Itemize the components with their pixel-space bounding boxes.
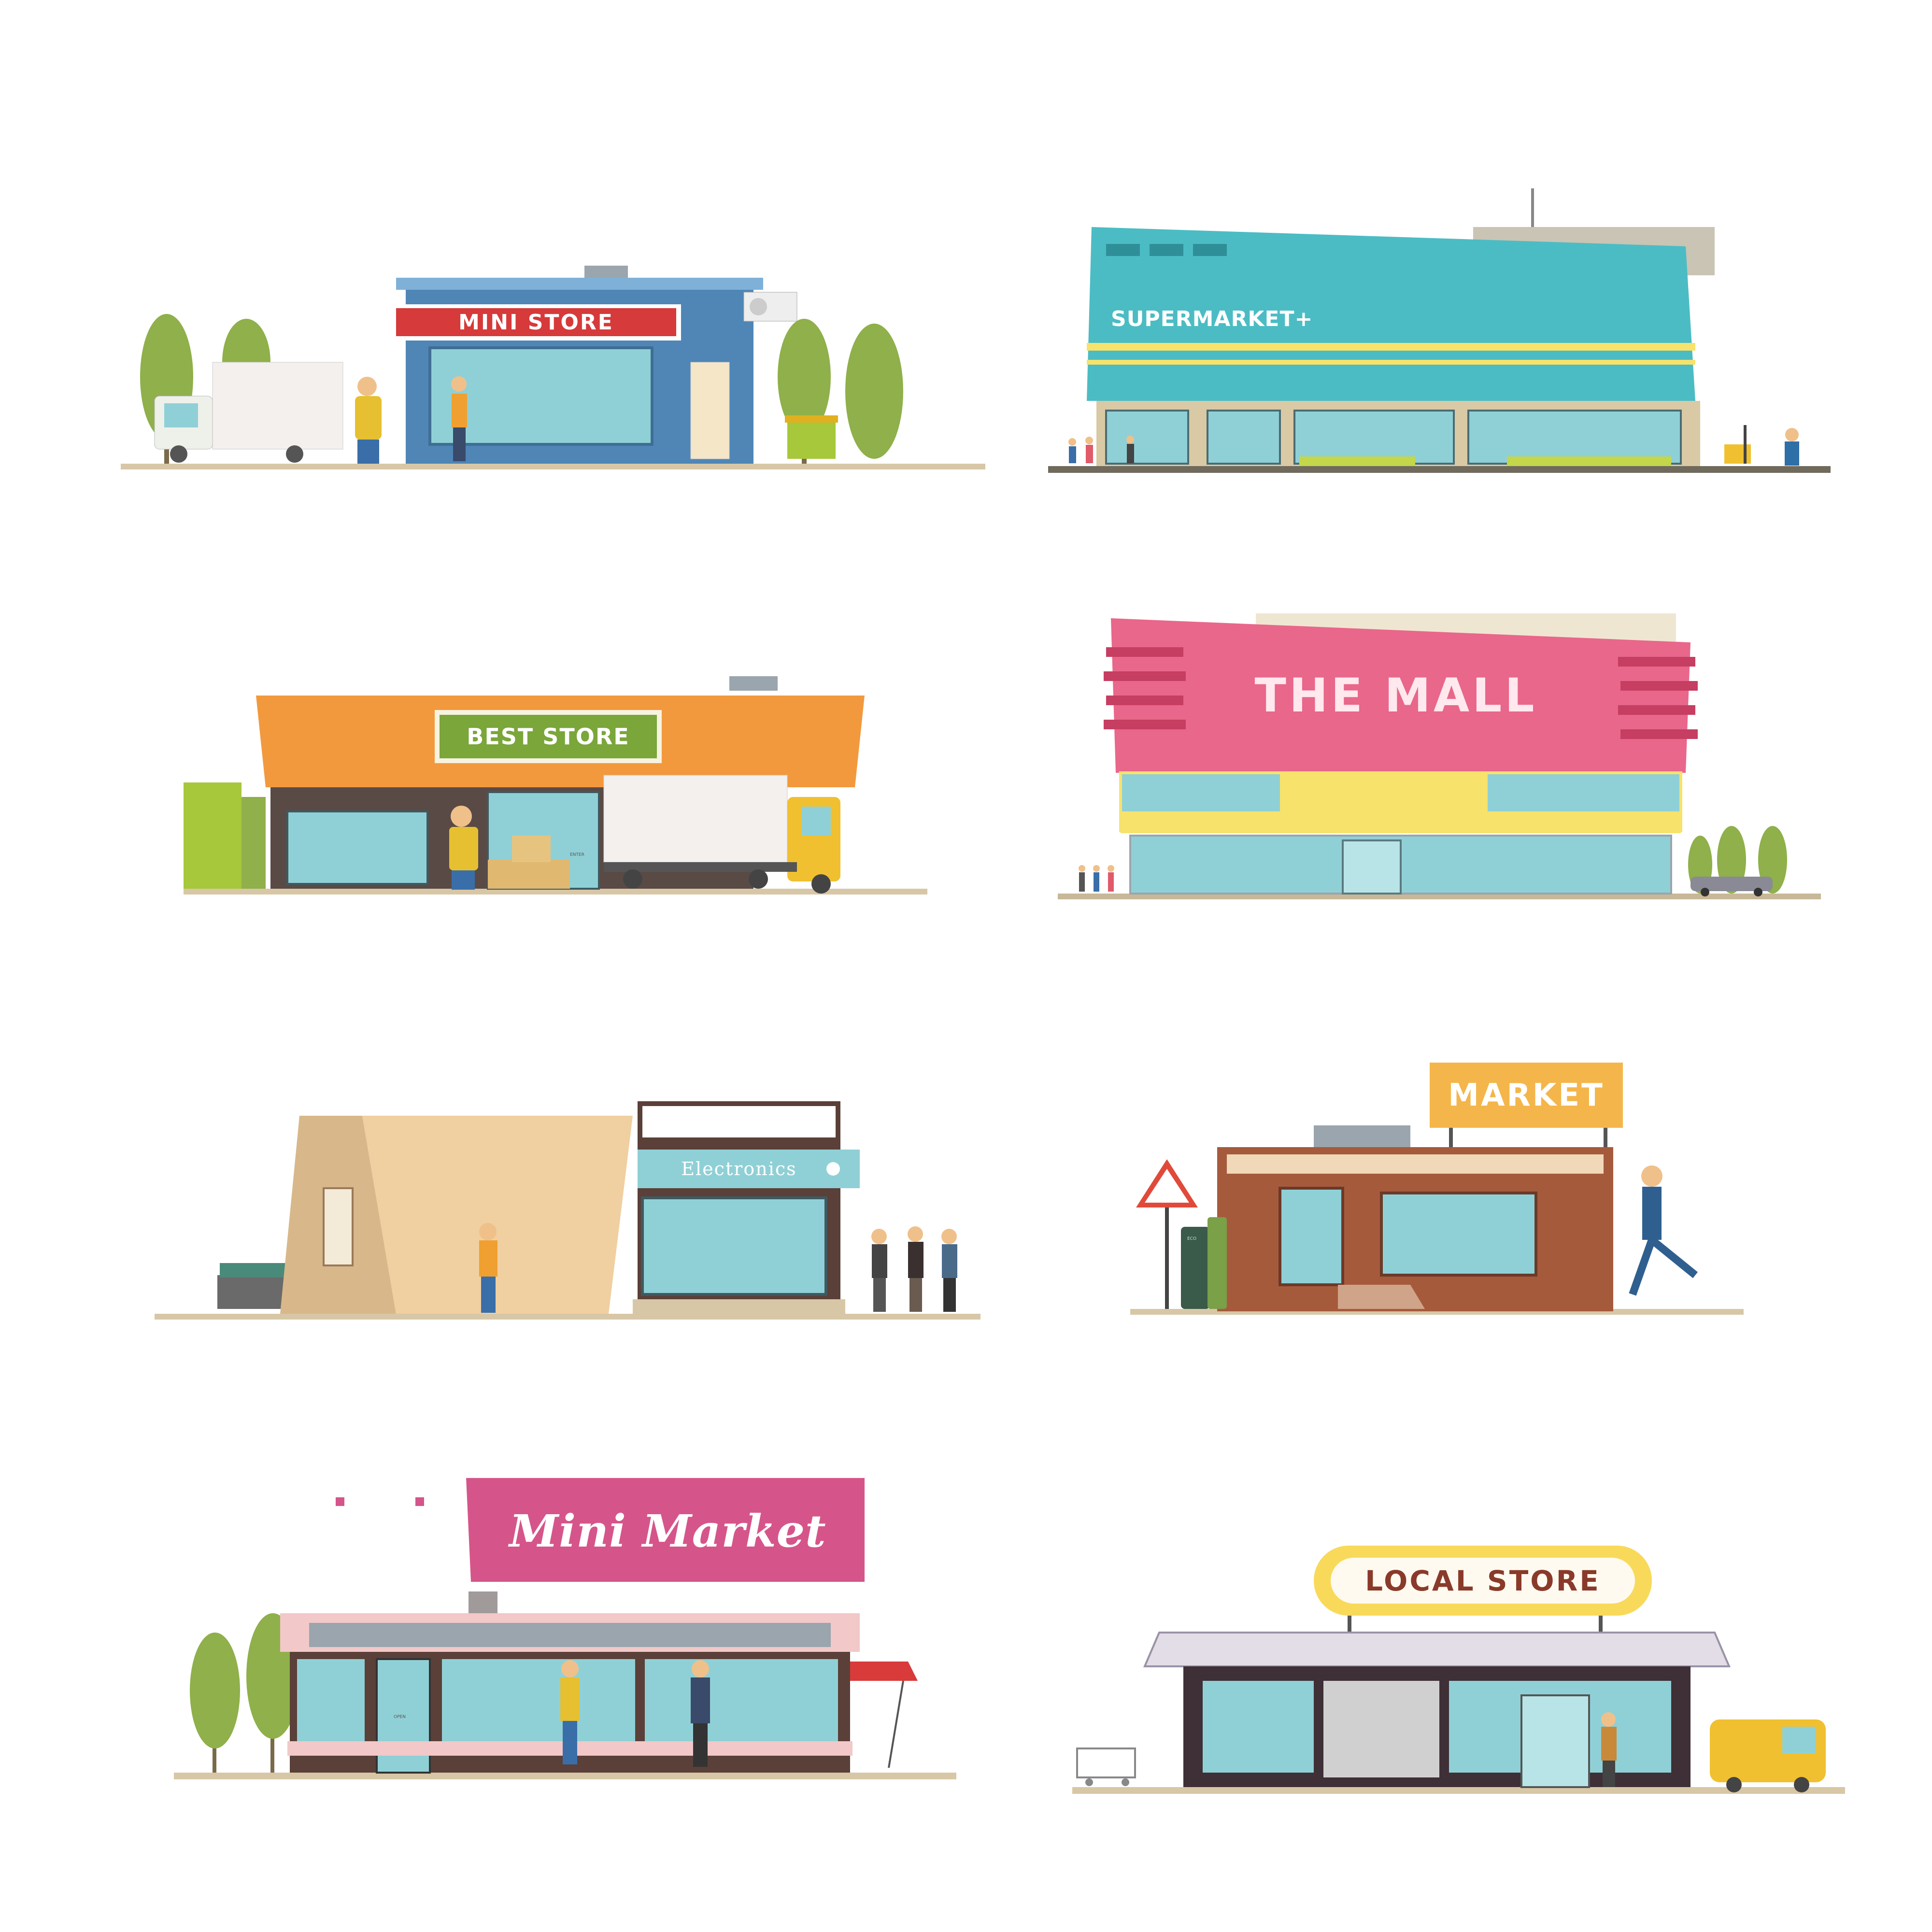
market-scene: MARKET ECO	[1130, 1053, 1748, 1323]
best-store-scene: BEST STORE ENTER	[179, 667, 952, 908]
mini-market-scene: Mini Market OPEN	[174, 1478, 966, 1792]
best-store-sign: BEST STORE	[467, 724, 630, 750]
best-store-illustration	[184, 676, 927, 895]
eco-bin-label: ECO	[1187, 1236, 1197, 1241]
electronics-scene: Electronics	[155, 1096, 985, 1328]
truck-label: ENTER	[570, 852, 584, 857]
door-sign-label: OPEN	[394, 1715, 406, 1719]
electronics-sign: Electronics	[681, 1158, 797, 1179]
mini-market-sign: Mini Market	[509, 1505, 826, 1557]
supermarket-sign: SUPERMARKET+	[1111, 306, 1313, 331]
mini-store-scene: MINI STORE	[116, 251, 985, 483]
mini-store-illustration	[121, 266, 985, 469]
the-mall-scene: THE MALL	[1048, 613, 1831, 913]
local-store-sign: LOCAL STORE	[1365, 1564, 1601, 1597]
local-store-scene: LOCAL STORE	[1063, 1536, 1855, 1806]
market-sign: MARKET	[1448, 1077, 1605, 1113]
supermarket-illustration	[1048, 188, 1831, 473]
electronics-illustration	[155, 1101, 980, 1320]
supermarket-scene: SUPERMARKET+	[1038, 184, 1835, 483]
mini-store-sign: MINI STORE	[458, 310, 614, 335]
the-mall-illustration	[1058, 613, 1821, 899]
the-mall-sign: THE MALL	[1254, 668, 1537, 723]
